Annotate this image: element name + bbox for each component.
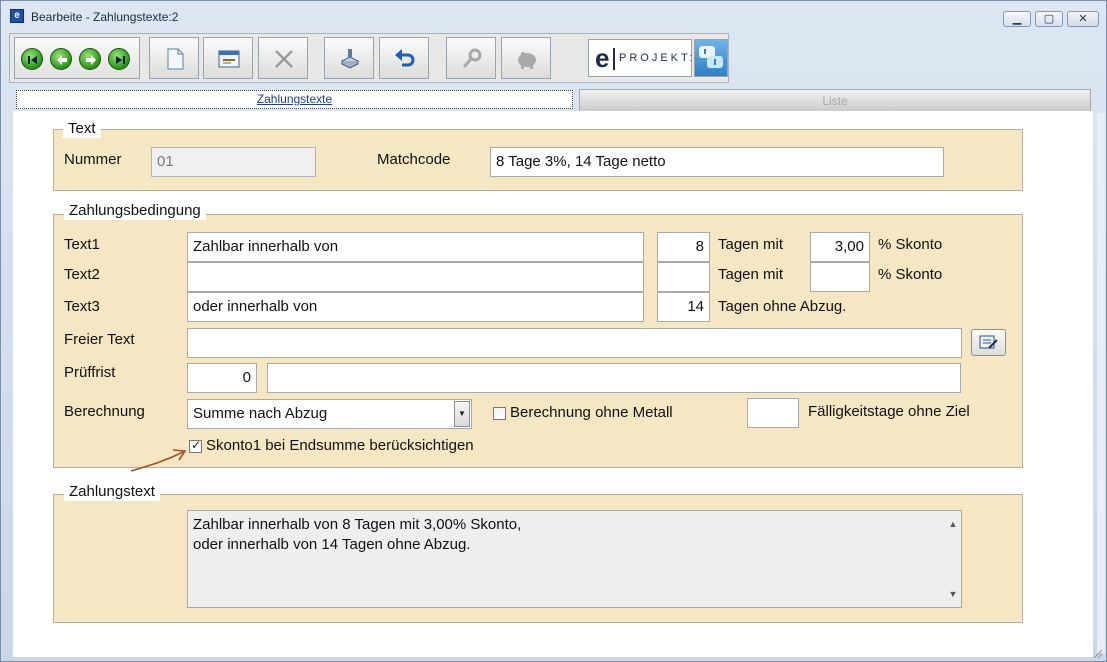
zahlungstext-textarea[interactable]: Zahlbar innerhalb von 8 Tagen mit 3,00% …	[187, 510, 962, 608]
piggy-bank-icon	[518, 52, 536, 69]
text2-percent-field[interactable]	[810, 262, 870, 292]
zahlungstext-group-title: Zahlungstext	[64, 483, 160, 501]
first-record-button[interactable]	[21, 48, 43, 70]
matchcode-field[interactable]: 8 Tage 3%, 14 Tage netto	[490, 147, 944, 177]
berechnung-select[interactable]: Summe nach Abzug ▼	[187, 399, 472, 429]
minimize-icon: ▁	[1012, 13, 1022, 25]
text-group-title: Text	[63, 120, 101, 138]
window-title: Bearbeite - Zahlungstexte:2	[31, 10, 179, 24]
piggy-bank-button[interactable]	[501, 37, 551, 79]
eprojekt-logo[interactable]: e PROJEKT:	[588, 39, 693, 77]
help-chat-icon	[699, 46, 723, 68]
maximize-button[interactable]: ▢	[1035, 11, 1063, 27]
arrow-left-icon	[57, 55, 67, 65]
key-button[interactable]	[446, 37, 496, 79]
berechnung-ohne-metall-label: Berechnung ohne Metall	[510, 404, 673, 421]
freier-text-field[interactable]	[187, 328, 962, 358]
undo-icon	[395, 49, 415, 67]
title-bar[interactable]: e Bearbeite - Zahlungstexte:2 ▁ ▢ ✕	[1, 1, 1106, 31]
text-picker-button[interactable]	[971, 329, 1006, 356]
dropdown-arrow-icon[interactable]: ▼	[454, 401, 470, 427]
maximize-icon: ▢	[1043, 13, 1055, 25]
application-window: e Bearbeite - Zahlungstexte:2 ▁ ▢ ✕ e PR…	[0, 0, 1107, 662]
next-record-button[interactable]	[79, 48, 101, 70]
toolbar: e PROJEKT:	[9, 33, 729, 83]
text2-field[interactable]	[187, 262, 644, 292]
berechnung-selected-value: Summe nach Abzug	[193, 405, 328, 422]
edit-note-icon	[979, 335, 998, 349]
text3-label: Text3	[64, 298, 100, 315]
help-chat-button[interactable]	[694, 39, 728, 77]
prueffrist-label: Prüffrist	[64, 364, 116, 381]
right-edge-strip	[1097, 113, 1105, 653]
prueffrist-field[interactable]: 0	[187, 363, 257, 393]
checkmark-icon: ✓	[191, 438, 202, 452]
last-record-button[interactable]	[108, 48, 130, 70]
first-record-icon	[28, 56, 37, 64]
annotation-arrow-icon	[130, 449, 187, 472]
text1-field[interactable]: Zahlbar innerhalb von	[187, 232, 644, 262]
text2-days-field[interactable]	[657, 262, 710, 292]
resize-grip-icon[interactable]	[1091, 647, 1103, 659]
last-record-icon	[116, 56, 125, 64]
freier-text-label: Freier Text	[64, 331, 135, 348]
text1-label: Text1	[64, 236, 100, 253]
nummer-field[interactable]: 01	[151, 147, 316, 177]
zahlungstext-line-2: oder innerhalb von 14 Tagen ohne Abzug.	[193, 536, 471, 553]
faelligkeitstage-label: Fälligkeitstage ohne Ziel	[808, 403, 970, 420]
save-icon	[340, 49, 360, 69]
eprojekt-logo-letter: e	[595, 43, 610, 73]
text3-days-label: Tagen ohne Abzug.	[718, 298, 847, 315]
key-icon	[462, 48, 482, 68]
eprojekt-logo-divider	[613, 48, 615, 70]
text3-field[interactable]: oder innerhalb von	[187, 292, 644, 322]
previous-record-button[interactable]	[50, 48, 72, 70]
skonto1-checkbox[interactable]: ✓	[189, 438, 202, 453]
tab-liste[interactable]: Liste	[579, 89, 1091, 113]
new-document-icon	[167, 48, 184, 70]
minimize-button[interactable]: ▁	[1003, 11, 1031, 27]
new-document-button[interactable]	[149, 37, 199, 79]
berechnung-ohne-metall-checkbox[interactable]	[493, 407, 506, 420]
delete-button[interactable]	[258, 37, 308, 79]
save-button[interactable]	[324, 37, 374, 79]
close-icon: ✕	[1078, 13, 1088, 25]
undo-button[interactable]	[379, 37, 429, 79]
scroll-up-icon[interactable]: ▲	[947, 514, 959, 534]
navigation-group	[14, 37, 140, 79]
zahlungstext-line-1: Zahlbar innerhalb von 8 Tagen mit 3,00% …	[193, 516, 522, 533]
close-button[interactable]: ✕	[1067, 11, 1099, 27]
text3-days-field[interactable]: 14	[657, 292, 710, 322]
text1-percent-field[interactable]: 3,00	[810, 232, 870, 262]
skonto1-label: Skonto1 bei Endsumme berücksichtigen	[206, 437, 474, 454]
edit-form-icon	[218, 50, 240, 68]
matchcode-label: Matchcode	[377, 151, 451, 168]
text2-label: Text2	[64, 266, 100, 283]
text1-percent-label: % Skonto	[878, 236, 943, 253]
app-icon: e	[10, 9, 24, 23]
delete-icon	[275, 50, 293, 68]
tab-zahlungstexte[interactable]: Zahlungstexte	[16, 90, 573, 109]
zahlungsbedingung-group-title: Zahlungsbedingung	[64, 202, 206, 220]
form-content: Text Nummer 01 Matchcode 8 Tage 3%, 14 T…	[13, 111, 1093, 657]
prueffrist-text-field[interactable]	[267, 363, 961, 393]
nummer-label: Nummer	[64, 151, 122, 168]
berechnung-label: Berechnung	[64, 403, 145, 420]
text2-percent-label: % Skonto	[878, 266, 943, 283]
scroll-down-icon[interactable]: ▼	[947, 584, 959, 604]
edit-form-button[interactable]	[203, 37, 253, 79]
faelligkeitstage-field[interactable]	[747, 398, 799, 428]
text2-days-label: Tagen mit	[718, 266, 784, 283]
arrow-right-icon	[86, 55, 96, 65]
text1-days-label: Tagen mit	[718, 236, 784, 253]
text1-days-field[interactable]: 8	[657, 232, 710, 262]
eprojekt-label: PROJEKT:	[619, 52, 696, 64]
